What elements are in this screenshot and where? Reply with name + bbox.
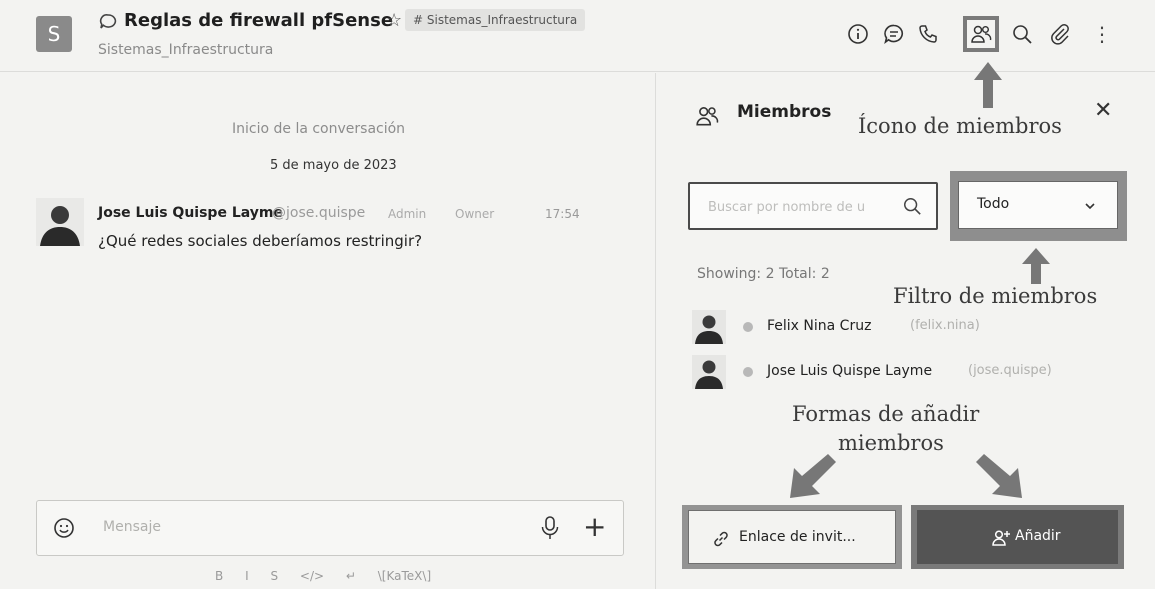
message-author[interactable]: Jose Luis Quispe Layme xyxy=(98,205,283,221)
date-divider: 5 de mayo de 2023 xyxy=(270,158,397,173)
arrow-up-icon xyxy=(974,62,1002,108)
room-avatar[interactable]: S xyxy=(36,16,72,52)
avatar xyxy=(692,310,726,344)
favorite-star-icon[interactable]: ☆ xyxy=(386,10,402,31)
members-panel-title: Miembros xyxy=(737,102,832,122)
arrow-down-left-icon xyxy=(790,454,836,498)
annotation-add-ways-line2: miembros xyxy=(838,431,944,455)
member-username: (felix.nina) xyxy=(910,318,980,333)
arrow-down-right-icon xyxy=(976,454,1022,498)
avatar xyxy=(692,355,726,389)
members-count: Showing: 2 Total: 2 xyxy=(697,266,830,282)
search-icon xyxy=(902,196,922,220)
status-dot xyxy=(743,322,753,332)
annotation-add-ways-line1: Formas de añadir xyxy=(792,402,980,426)
bold-button[interactable]: B xyxy=(215,569,223,583)
member-status-filter[interactable]: Todo xyxy=(958,181,1118,229)
message-composer[interactable]: Mensaje + xyxy=(36,500,624,556)
message-text: ¿Qué redes sociales deberíamos restringi… xyxy=(98,232,423,250)
microphone-icon[interactable] xyxy=(539,515,561,545)
members-icon[interactable] xyxy=(963,16,999,52)
members-panel-icon xyxy=(695,104,719,132)
threads-icon[interactable] xyxy=(882,22,906,46)
link-icon xyxy=(711,529,731,553)
member-row[interactable]: Jose Luis Quispe Layme (jose.quispe) xyxy=(692,355,1112,389)
annotation-members-filter: Filtro de miembros xyxy=(893,284,1098,308)
multiline-button[interactable]: ↵ xyxy=(346,569,356,583)
invite-link-label: Enlace de invit... xyxy=(739,529,856,545)
member-name: Felix Nina Cruz xyxy=(767,318,872,334)
annotation-members-icon: Ícono de miembros xyxy=(858,114,1062,138)
avatar[interactable] xyxy=(36,198,84,246)
message-time: 17:54 xyxy=(545,207,580,221)
invite-link-button[interactable]: Enlace de invit... xyxy=(682,505,902,569)
member-name: Jose Luis Quispe Layme xyxy=(767,363,933,379)
filter-selected-value: Todo xyxy=(977,196,1010,212)
chevron-down-icon xyxy=(1083,198,1097,217)
code-button[interactable]: </> xyxy=(300,569,324,583)
member-search-field[interactable] xyxy=(688,182,938,230)
room-subtitle: Sistemas_Infraestructura xyxy=(98,42,274,58)
italic-button[interactable]: I xyxy=(245,569,249,583)
add-action-icon[interactable]: + xyxy=(583,509,606,545)
discussion-icon xyxy=(98,12,118,32)
info-icon[interactable] xyxy=(846,22,870,46)
message-input-placeholder[interactable]: Mensaje xyxy=(103,519,161,535)
member-search-input[interactable] xyxy=(708,196,898,218)
room-title: Reglas de firewall pfSense xyxy=(124,10,394,31)
close-icon[interactable]: ✕ xyxy=(1094,98,1112,123)
member-row[interactable]: Felix Nina Cruz (felix.nina) xyxy=(692,310,1112,344)
emoji-icon[interactable] xyxy=(53,517,75,543)
conversation-start: Inicio de la conversación xyxy=(232,121,406,137)
attachment-icon[interactable] xyxy=(1048,22,1072,46)
status-dot xyxy=(743,367,753,377)
invite-link-button-inner[interactable]: Enlace de invit... xyxy=(688,510,896,564)
formatting-toolbar: B I S </> ↵ \[KaTeX\] xyxy=(215,569,449,583)
role-badge-admin: Admin xyxy=(388,207,427,221)
add-member-button-inner[interactable]: Añadir xyxy=(917,510,1118,564)
message-handle[interactable]: @jose.quispe xyxy=(272,205,365,221)
strike-button[interactable]: S xyxy=(270,569,278,583)
phone-icon[interactable] xyxy=(916,22,940,46)
add-member-label: Añadir xyxy=(1015,528,1061,544)
search-icon[interactable] xyxy=(1010,22,1034,46)
role-badge-owner: Owner xyxy=(455,207,495,221)
add-member-button[interactable]: Añadir xyxy=(911,505,1124,569)
member-username: (jose.quispe) xyxy=(968,363,1052,378)
katex-button[interactable]: \[KaTeX\] xyxy=(378,569,431,583)
add-user-icon xyxy=(991,528,1011,552)
arrow-up-icon xyxy=(1022,248,1050,284)
kebab-menu-icon[interactable]: ⋮ xyxy=(1090,22,1114,46)
team-badge[interactable]: # Sistemas_Infraestructura xyxy=(405,9,586,31)
